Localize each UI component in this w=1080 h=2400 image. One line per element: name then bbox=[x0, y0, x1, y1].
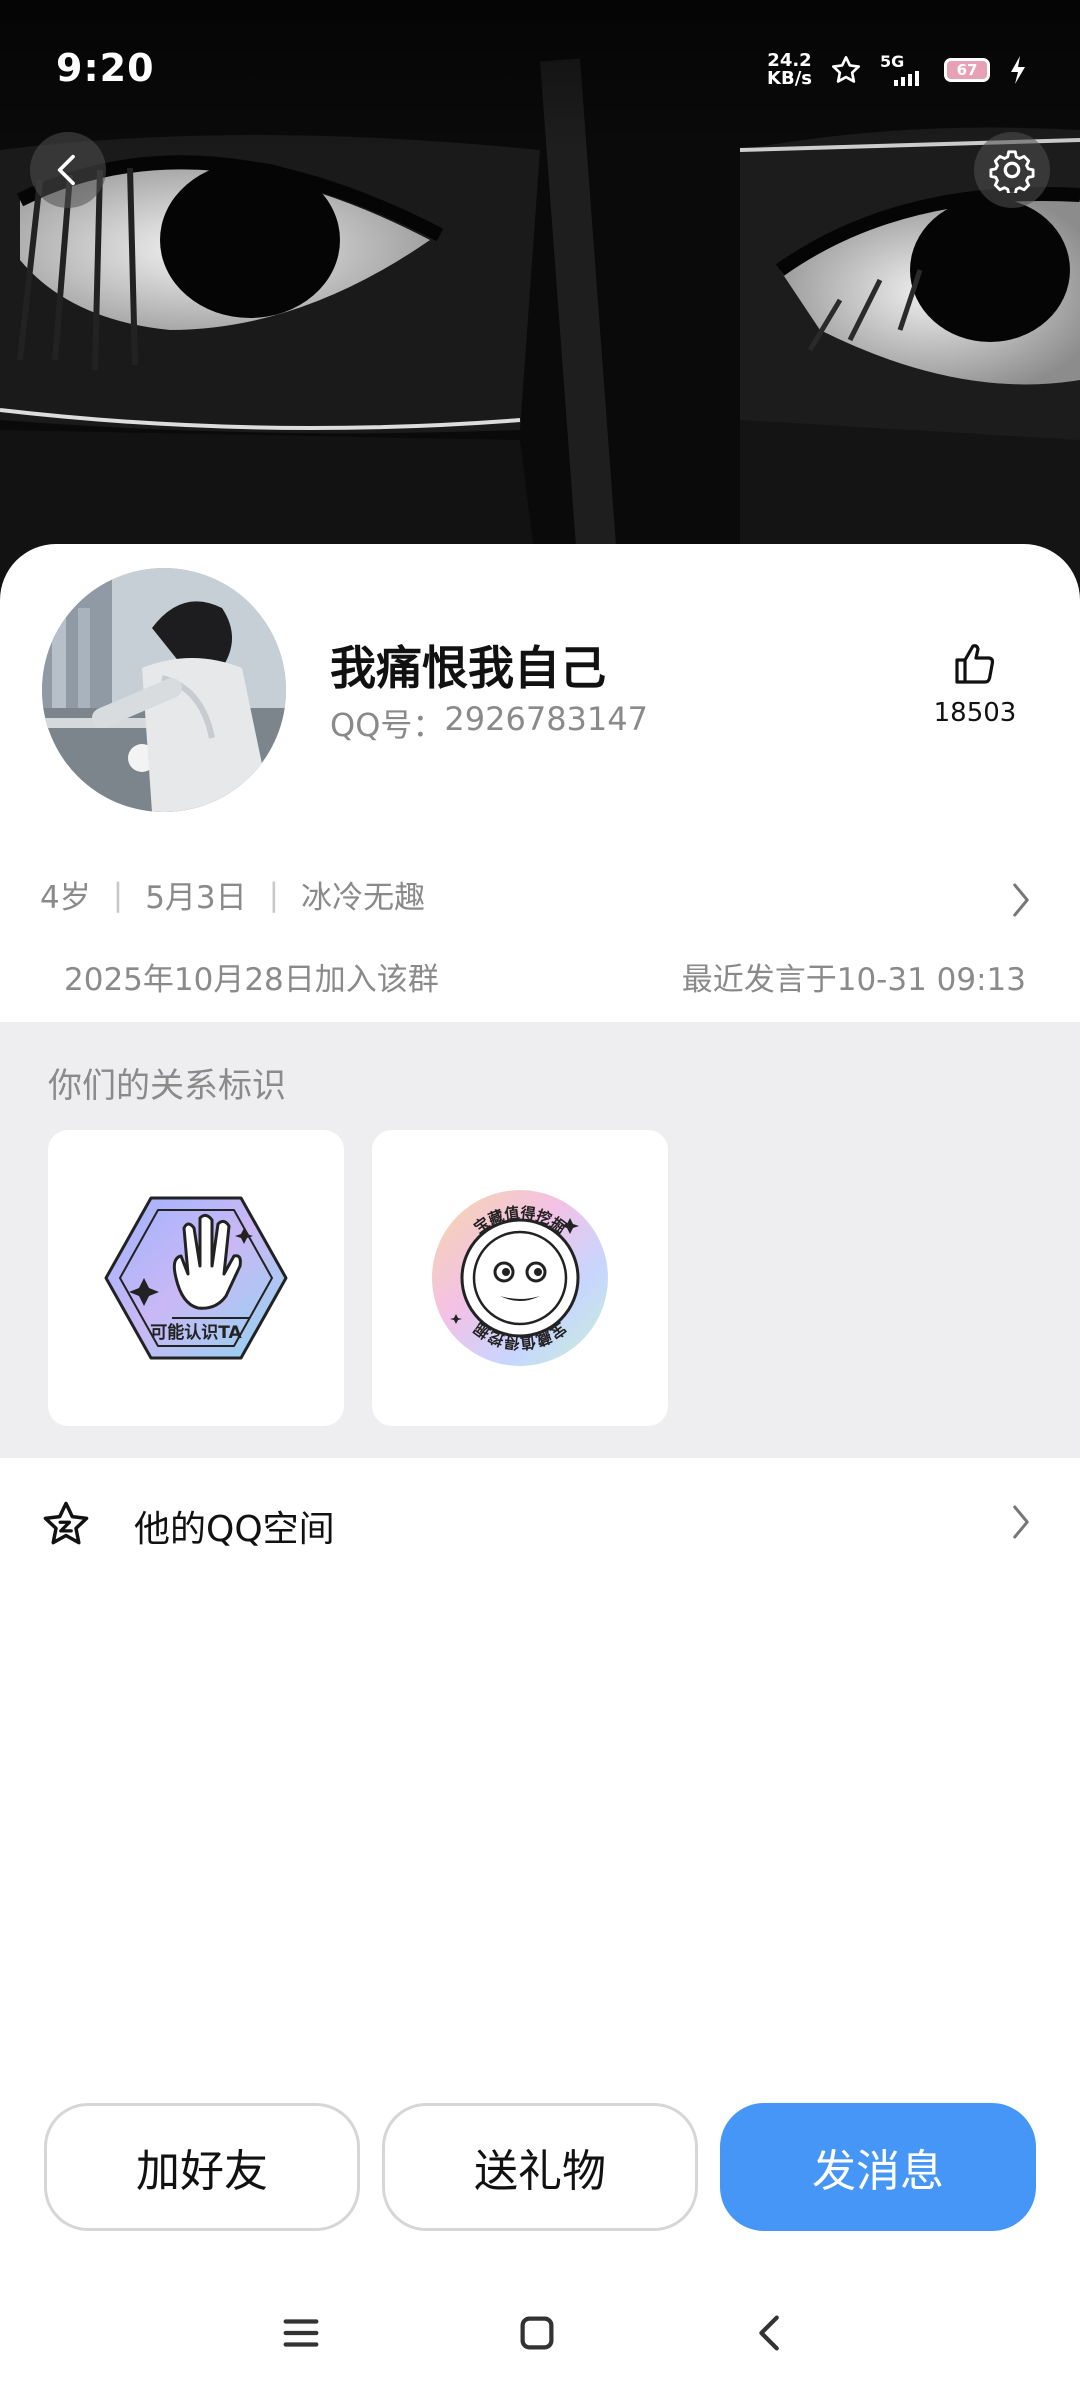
group-meta-row: 2025年10月28日加入该群 最近发言于10-31 09:13 bbox=[64, 954, 1026, 999]
like-button[interactable]: 18503 bbox=[920, 640, 1030, 728]
settings-button[interactable] bbox=[974, 132, 1050, 208]
back-nav-icon[interactable] bbox=[748, 2310, 794, 2356]
thumbs-up-icon bbox=[955, 644, 995, 684]
net-speed: 24.2 KB/s bbox=[767, 52, 812, 88]
chevron-right-icon[interactable] bbox=[1006, 880, 1036, 920]
signal-group: 5G bbox=[880, 54, 926, 86]
hand-wave-icon: 可能认识TA bbox=[104, 1196, 288, 1360]
divider: | bbox=[112, 876, 124, 913]
chevron-right-icon bbox=[1013, 1505, 1029, 1539]
star-icon bbox=[832, 56, 860, 83]
action-bar: 加好友 送礼物 发消息 bbox=[44, 2103, 1036, 2231]
nickname: 我痛恨我自己 bbox=[330, 641, 606, 695]
send-gift-button[interactable]: 送礼物 bbox=[382, 2103, 698, 2231]
qq-number: 2926783147 bbox=[444, 700, 648, 738]
qq-zone-row[interactable]: 他的QQ空间 bbox=[0, 1458, 1080, 1588]
signal-icon bbox=[894, 71, 919, 86]
divider: | bbox=[268, 876, 280, 913]
home-icon[interactable] bbox=[514, 2310, 560, 2356]
send-message-button[interactable]: 发消息 bbox=[720, 2103, 1036, 2231]
like-count: 18503 bbox=[933, 698, 1017, 728]
status-bar: 9:20 24.2 KB/s 5G 67 bbox=[0, 0, 1080, 140]
relation-badge-card[interactable]: 可能认识TA bbox=[48, 1130, 344, 1426]
add-friend-button[interactable]: 加好友 bbox=[44, 2103, 360, 2231]
badge-label: 可能认识TA bbox=[150, 1322, 242, 1343]
status-time: 9:20 bbox=[56, 46, 155, 90]
join-date: 2025年10月28日加入该群 bbox=[64, 962, 439, 998]
net-speed-unit: KB/s bbox=[767, 68, 812, 89]
cover-image[interactable]: 9:20 24.2 KB/s 5G 67 bbox=[0, 0, 1080, 600]
system-nav-bar bbox=[0, 2290, 1080, 2380]
relation-title: 你们的关系标识 bbox=[48, 1066, 286, 1106]
relation-badge-card[interactable]: 宝藏值得挖掘 宝藏值得挖掘 bbox=[372, 1130, 668, 1426]
qq-number-line: QQ号： 2926783147 bbox=[330, 700, 648, 746]
battery-icon: 67 bbox=[944, 58, 990, 82]
charging-icon bbox=[1011, 56, 1025, 84]
avatar-image bbox=[42, 568, 286, 812]
profile-info-row[interactable]: 4岁 | 5月3日 | 冰冷无趣 bbox=[40, 872, 425, 917]
star-face-icon bbox=[43, 1501, 89, 1545]
avatar[interactable] bbox=[42, 568, 286, 812]
smiley-badge-icon: 宝藏值得挖掘 宝藏值得挖掘 bbox=[432, 1190, 608, 1366]
menu-icon[interactable] bbox=[278, 2310, 324, 2356]
network-type: 5G bbox=[880, 52, 905, 71]
chevron-left-icon bbox=[57, 154, 75, 186]
signature: 冰冷无趣 bbox=[301, 880, 426, 916]
age: 4岁 bbox=[40, 880, 91, 916]
relation-section: 你们的关系标识 可能认识TA 宝藏值得挖掘 宝藏值得挖掘 bbox=[0, 1022, 1080, 1458]
battery-level: 67 bbox=[956, 61, 978, 79]
birthday: 5月3日 bbox=[145, 880, 247, 916]
last-speak: 最近发言于10-31 09:13 bbox=[681, 962, 1026, 998]
gear-icon bbox=[989, 150, 1035, 193]
qq-label: QQ号： bbox=[330, 706, 445, 744]
back-button[interactable] bbox=[30, 132, 106, 208]
qq-zone-label: 他的QQ空间 bbox=[134, 1509, 335, 1550]
status-icons: 24.2 KB/s 5G 67 bbox=[767, 50, 1028, 90]
